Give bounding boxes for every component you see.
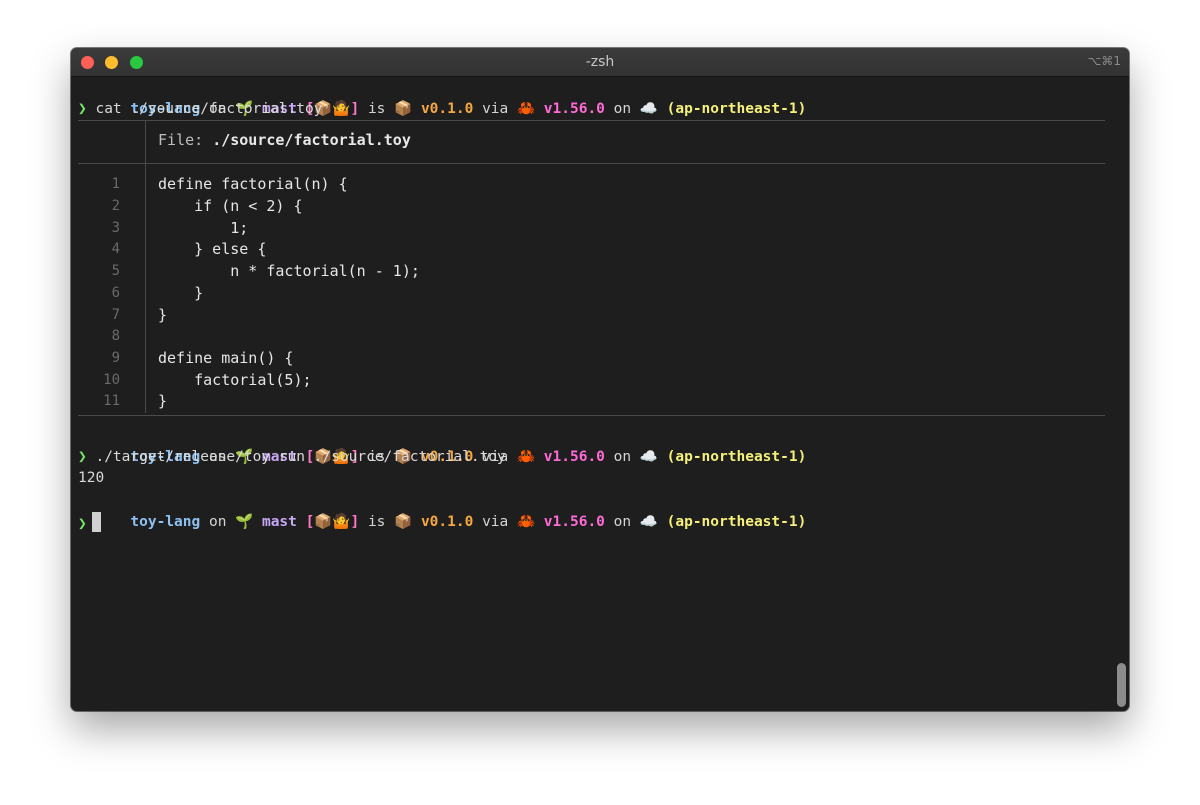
code-text: }	[158, 283, 204, 302]
prompt-branch: mast	[261, 513, 297, 530]
code-line: 7}	[71, 305, 1129, 327]
code-text: factorial(5);	[158, 370, 312, 389]
divider	[78, 414, 1105, 416]
title-bar: -zsh ⌥⌘1	[71, 48, 1129, 77]
prompt-chevron: ❯	[78, 515, 87, 532]
prompt-chevron: ❯	[78, 100, 87, 117]
prompt-package-version: v0.1.0	[420, 100, 474, 117]
command-text: ./target/release/toy run ./source/factor…	[95, 448, 506, 465]
command-text: cat ./source/factorial.toy	[95, 100, 323, 117]
code-text: if (n < 2) {	[158, 197, 303, 216]
prompt-line: toy-lang on 🌱 mast [📦🤷] is 📦 v0.1.0 via …	[78, 77, 1122, 117]
code-line: 2 if (n < 2) {	[71, 196, 1129, 218]
terminal-output[interactable]: toy-lang on 🌱 mast [📦🤷] is 📦 v0.1.0 via …	[71, 77, 1129, 711]
code-text: 1;	[158, 218, 249, 237]
code-text: n * factorial(n - 1);	[158, 262, 420, 281]
prompt-via: via	[482, 100, 509, 117]
file-label: File: ./source/factorial.toy	[158, 131, 411, 149]
code-text: }	[158, 305, 168, 324]
prompt-chevron: ❯	[78, 448, 87, 465]
branch-icon: 🌱	[235, 513, 254, 530]
rust-crab-icon: 🦀	[517, 100, 536, 117]
code-listing: 1 define factorial(n) {2 if (n < 2) {3 1;…	[71, 164, 1129, 413]
rust-crab-icon: 🦀	[517, 513, 536, 530]
code-line: 10 factorial(5);	[71, 370, 1129, 392]
bat-output: File: ./source/factorial.toy 1 define fac…	[71, 120, 1129, 416]
prompt-line: toy-lang on 🌱 mast [📦🤷] is 📦 v0.1.0 via …	[78, 490, 1122, 530]
prompt-git-status: [📦🤷]	[305, 513, 360, 530]
prompt-on: on	[613, 448, 632, 465]
prompt-rust-version: v1.56.0	[543, 448, 605, 465]
prompt-is: is	[367, 100, 386, 117]
code-line: 11}	[71, 391, 1129, 413]
package-icon: 📦	[394, 513, 413, 530]
prompt-aws-region: (ap-northeast-1)	[666, 513, 807, 530]
prompt-via: via	[482, 513, 509, 530]
program-output: 120	[78, 470, 105, 487]
prompt-dir: toy-lang	[130, 513, 201, 530]
file-path: ./source/factorial.toy	[212, 131, 411, 150]
code-line: 8	[71, 326, 1129, 348]
text-cursor[interactable]	[91, 511, 101, 532]
prompt-on: on	[613, 100, 632, 117]
prompt-on: on	[208, 513, 227, 530]
cloud-icon: ☁️	[639, 100, 658, 117]
file-label-prefix: File:	[158, 131, 213, 150]
cloud-icon: ☁️	[639, 513, 658, 530]
code-line: 1 define factorial(n) {	[71, 174, 1129, 196]
code-line: 3 1;	[71, 218, 1129, 240]
line-number-gutter	[78, 164, 146, 413]
code-line: 9 define main() {	[71, 348, 1129, 370]
prompt-package-version: v0.1.0	[420, 513, 474, 530]
prompt-aws-region: (ap-northeast-1)	[666, 100, 807, 117]
prompt-on: on	[613, 513, 632, 530]
code-text: }	[158, 392, 168, 411]
window-title: -zsh	[585, 54, 615, 70]
package-icon: 📦	[394, 100, 413, 117]
code-line: 6 }	[71, 283, 1129, 305]
code-text: define main() {	[158, 348, 294, 367]
bat-header: File: ./source/factorial.toy	[71, 121, 1129, 164]
cloud-icon: ☁️	[639, 448, 658, 465]
rust-crab-icon: 🦀	[517, 448, 536, 465]
code-text: } else {	[158, 240, 267, 259]
prompt-line: toy-lang on 🌱 mast [📦🤷] is 📦 v0.1.0 via …	[78, 425, 1122, 465]
code-text: define factorial(n) {	[158, 175, 348, 194]
gutter-header	[78, 121, 146, 164]
prompt-aws-region: (ap-northeast-1)	[666, 448, 807, 465]
prompt-is: is	[367, 513, 386, 530]
tab-shortcut: ⌥⌘1	[1087, 54, 1121, 68]
prompt-rust-version: v1.56.0	[543, 513, 605, 530]
scrollbar[interactable]	[1117, 663, 1126, 707]
code-line: 5 n * factorial(n - 1);	[71, 261, 1129, 283]
code-line: 4 } else {	[71, 239, 1129, 261]
prompt-rust-version: v1.56.0	[543, 100, 605, 117]
terminal-window: -zsh ⌥⌘1 toy-lang on 🌱 mast [📦🤷] is 📦 v0…	[71, 48, 1129, 711]
